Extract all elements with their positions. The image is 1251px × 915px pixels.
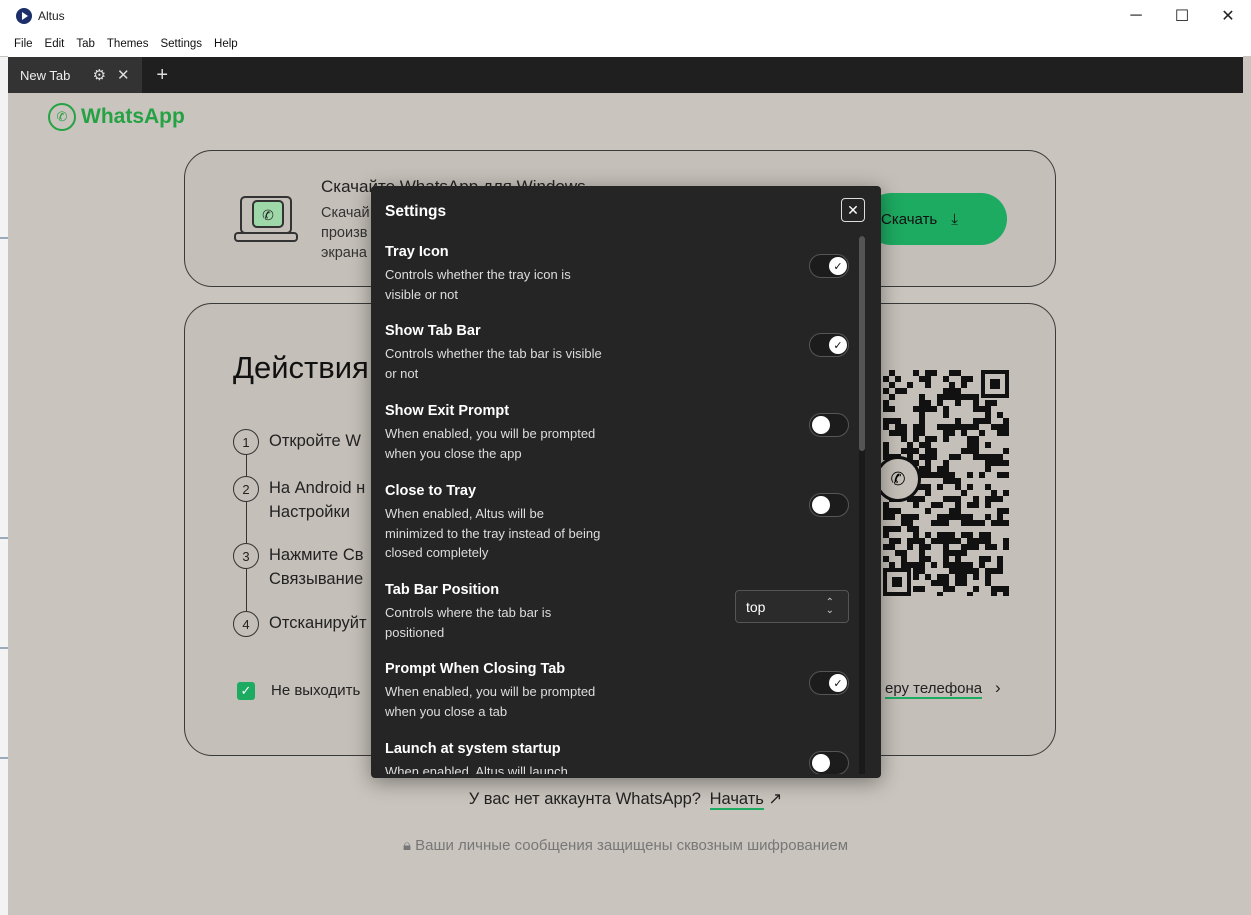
- toggle-knob: [812, 754, 830, 772]
- setting-name: Prompt When Closing Tab: [385, 661, 566, 677]
- encryption-text: Ваши личные сообщения защищены сквозным …: [415, 837, 849, 854]
- external-arrow-icon: ↗: [768, 790, 783, 808]
- step-text: Связывание: [269, 570, 364, 588]
- title-bar: Altus ─ ☐ ✕: [0, 0, 1251, 32]
- step-number: 2: [233, 476, 259, 502]
- select-value: top: [746, 598, 766, 615]
- svg-text:✆: ✆: [262, 207, 274, 223]
- launch-at-startup-toggle[interactable]: [809, 751, 849, 774]
- setting-launch-at-startup: Launch at system startup When enabled, A…: [385, 741, 851, 774]
- whatsapp-logo-text: WhatsApp: [81, 105, 185, 128]
- tab-label: New Tab: [20, 67, 71, 83]
- gear-icon[interactable]: ⚙: [90, 66, 108, 84]
- menu-edit[interactable]: Edit: [39, 38, 71, 50]
- menu-themes[interactable]: Themes: [101, 38, 155, 50]
- qr-whatsapp-icon: ✆: [875, 456, 921, 502]
- whatsapp-logo[interactable]: ✆ WhatsApp: [48, 103, 185, 131]
- menu-help[interactable]: Help: [208, 38, 244, 50]
- setting-description: When enabled, Altus will be minimized to…: [385, 506, 601, 560]
- check-icon: ✓: [829, 336, 847, 354]
- tab-bar-position-select[interactable]: top ⌃ ⌄: [735, 590, 849, 623]
- menu-tab[interactable]: Tab: [70, 38, 101, 50]
- download-button-label: Скачать: [881, 210, 938, 228]
- laptop-icon: ✆: [234, 196, 298, 242]
- background-app-edge: [0, 57, 8, 915]
- step-item: 2 На Android н Настройки: [233, 476, 365, 524]
- step-text: Отсканируйт: [269, 614, 367, 632]
- tab-new-tab[interactable]: New Tab ⚙ ✕: [8, 57, 143, 93]
- download-arrow-icon: ⤓: [951, 210, 958, 228]
- tray-icon-toggle[interactable]: ✓: [809, 254, 849, 278]
- link-with-phone-number[interactable]: еру телефона: [885, 680, 983, 699]
- maximize-button[interactable]: ☐: [1159, 0, 1205, 32]
- step-text: Откройте W: [269, 432, 361, 450]
- setting-show-tab-bar: Show Tab Bar Controls whether the tab ba…: [385, 323, 851, 383]
- step-item: 4 Отсканируйт: [233, 611, 367, 637]
- check-icon: ✓: [829, 257, 847, 275]
- close-tab-icon[interactable]: ✕: [114, 66, 132, 84]
- chevron-right-icon: ›: [995, 678, 1001, 697]
- close-settings-button[interactable]: ✕: [841, 198, 865, 222]
- step-number: 1: [233, 429, 259, 455]
- minimize-button[interactable]: ─: [1113, 0, 1159, 32]
- altus-logo-icon: [16, 8, 32, 24]
- keep-signed-in-checkbox[interactable]: ✓: [237, 682, 255, 700]
- check-icon: ✓: [829, 674, 847, 692]
- start-link[interactable]: Начать: [709, 790, 764, 810]
- setting-name: Show Tab Bar: [385, 323, 481, 339]
- step-number: 4: [233, 611, 259, 637]
- steps-title: Действия: [233, 350, 369, 385]
- tab-bar: New Tab ⚙ ✕ +: [8, 57, 1243, 93]
- setting-name: Tray Icon: [385, 244, 449, 260]
- setting-name: Launch at system startup: [385, 741, 561, 757]
- settings-title: Settings: [385, 203, 447, 220]
- step-item: 1 Откройте W: [233, 429, 361, 455]
- close-window-button[interactable]: ✕: [1205, 0, 1251, 32]
- settings-modal: Settings ✕ Tray Icon Controls whether th…: [371, 186, 881, 778]
- setting-prompt-closing-tab: Prompt When Closing Tab When enabled, yo…: [385, 661, 851, 721]
- window-title: Altus: [38, 9, 65, 23]
- menu-file[interactable]: File: [8, 38, 39, 50]
- setting-show-exit-prompt: Show Exit Prompt When enabled, you will …: [385, 403, 851, 463]
- menu-settings[interactable]: Settings: [154, 38, 208, 50]
- select-arrows-icon: ⌃ ⌄: [825, 597, 834, 616]
- keep-signed-in-label: Не выходить: [271, 682, 361, 699]
- setting-description: Controls where the tab bar is positioned: [385, 605, 552, 640]
- setting-name: Show Exit Prompt: [385, 403, 510, 419]
- no-account-text: У вас нет аккаунта WhatsApp?: [468, 790, 701, 808]
- step-text: Нажмите Св: [269, 546, 364, 564]
- setting-description: When enabled, you will be prompted when …: [385, 684, 596, 719]
- no-account-line: У вас нет аккаунта WhatsApp? Начать ↗: [8, 789, 1243, 810]
- close-to-tray-toggle[interactable]: [809, 493, 849, 517]
- whatsapp-phone-icon: ✆: [48, 103, 76, 131]
- step-text: Настройки: [269, 503, 350, 521]
- prompt-closing-tab-toggle[interactable]: ✓: [809, 671, 849, 695]
- step-text: На Android н: [269, 479, 366, 497]
- setting-description: When enabled, you will be prompted when …: [385, 426, 596, 461]
- setting-name: Close to Tray: [385, 483, 477, 499]
- setting-close-to-tray: Close to Tray When enabled, Altus will b…: [385, 483, 851, 563]
- setting-description: Controls whether the tab bar is visible …: [385, 346, 602, 381]
- download-button[interactable]: Скачать ⤓: [865, 193, 1007, 245]
- step-item: 3 Нажмите Св Связывание: [233, 543, 364, 591]
- setting-description: When enabled, Altus will launch: [385, 764, 568, 774]
- show-exit-prompt-toggle[interactable]: [809, 413, 849, 437]
- step-number: 3: [233, 543, 259, 569]
- lock-icon: 🔒︎: [402, 837, 411, 854]
- toggle-knob: [812, 496, 830, 514]
- scrollbar-thumb[interactable]: [859, 236, 865, 451]
- setting-tab-bar-position: Tab Bar Position Controls where the tab …: [385, 582, 851, 642]
- settings-list[interactable]: Tray Icon Controls whether the tray icon…: [371, 236, 861, 774]
- menu-bar: File Edit Tab Themes Settings Help: [0, 32, 1251, 56]
- setting-tray-icon: Tray Icon Controls whether the tray icon…: [385, 244, 851, 304]
- toggle-knob: [812, 416, 830, 434]
- add-tab-button[interactable]: +: [156, 64, 168, 87]
- settings-scrollbar[interactable]: [859, 236, 865, 774]
- show-tab-bar-toggle[interactable]: ✓: [809, 333, 849, 357]
- setting-description: Controls whether the tray icon is visibl…: [385, 267, 571, 302]
- encryption-notice: 🔒︎ Ваши личные сообщения защищены сквозн…: [8, 837, 1243, 854]
